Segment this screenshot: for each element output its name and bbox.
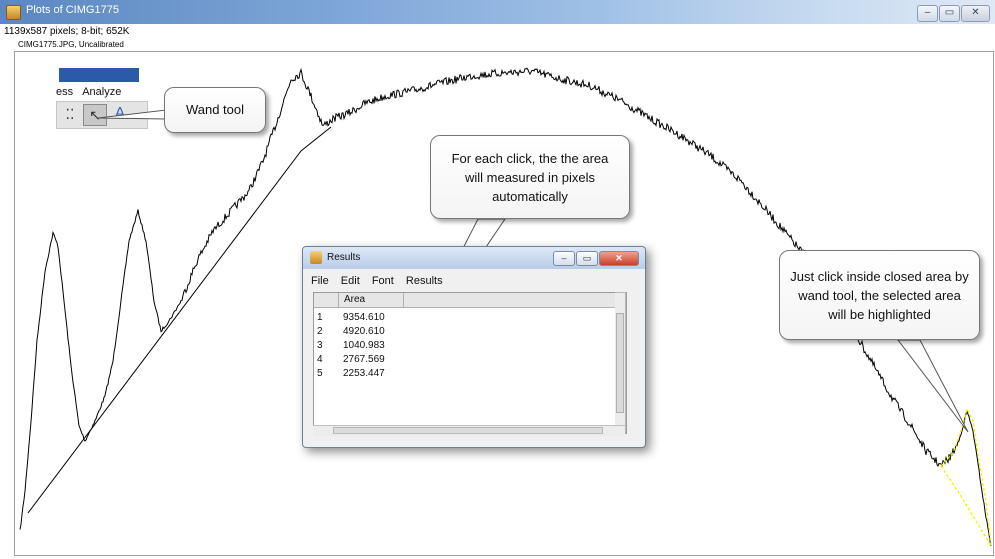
- row-index: 5: [317, 368, 323, 379]
- area-measure-callout-text: For each click, the the area will measur…: [451, 150, 609, 204]
- area-value: 1040.983: [343, 340, 385, 351]
- results-menu-bar: File Edit Font Results: [311, 275, 452, 287]
- table-row[interactable]: 4 2767.569: [314, 353, 614, 367]
- horizontal-scroll-thumb[interactable]: [333, 427, 603, 434]
- wand-callout-pointer: [97, 109, 167, 120]
- row-index: 3: [317, 340, 323, 351]
- results-table[interactable]: Area 1 9354.610 2 4920.610 3 1040.983 4 …: [313, 292, 627, 434]
- plot-window: Plots of CIMG1775 – ▭ ✕ 1139x587 pixels;…: [0, 0, 995, 559]
- results-vertical-scrollbar[interactable]: [615, 292, 626, 434]
- menu-font[interactable]: Font: [372, 275, 394, 287]
- results-app-icon: [310, 251, 322, 264]
- wand-tool-callout: Wand tool: [164, 87, 266, 133]
- table-row[interactable]: 2 4920.610: [314, 325, 614, 339]
- area-value: 2253.447: [343, 368, 385, 379]
- table-row[interactable]: 3 1040.983: [314, 339, 614, 353]
- menu-edit[interactable]: Edit: [341, 275, 360, 287]
- table-row[interactable]: 5 2253.447: [314, 367, 614, 381]
- results-close-button[interactable]: ✕: [599, 251, 639, 266]
- area-value: 4920.610: [343, 326, 385, 337]
- area-measure-callout: For each click, the the area will measur…: [430, 135, 630, 219]
- vertical-scroll-thumb[interactable]: [616, 313, 624, 413]
- area-column-header[interactable]: Area: [340, 293, 404, 307]
- area-value: 2767.569: [343, 354, 385, 365]
- row-index: 2: [317, 326, 323, 337]
- results-window[interactable]: Results – ▭ ✕ File Edit Font Results Are…: [302, 246, 646, 448]
- row-index: 4: [317, 354, 323, 365]
- results-table-header: Area: [314, 293, 626, 308]
- table-row[interactable]: 1 9354.610: [314, 311, 614, 325]
- row-index: 1: [317, 312, 323, 323]
- results-maximize-button[interactable]: ▭: [576, 251, 598, 266]
- click-inside-callout: Just click inside closed area by wand to…: [779, 250, 980, 340]
- click-inside-callout-text: Just click inside closed area by wand to…: [790, 268, 969, 322]
- results-minimize-button[interactable]: –: [553, 251, 575, 266]
- results-title: Results: [327, 252, 361, 263]
- results-horizontal-scrollbar[interactable]: [313, 425, 625, 436]
- click-callout-pointer: [896, 339, 969, 433]
- area-value: 9354.610: [343, 312, 385, 323]
- menu-file[interactable]: File: [311, 275, 329, 287]
- index-column-header[interactable]: [314, 293, 339, 307]
- results-title-bar[interactable]: Results – ▭ ✕: [303, 247, 645, 269]
- menu-results[interactable]: Results: [406, 275, 443, 287]
